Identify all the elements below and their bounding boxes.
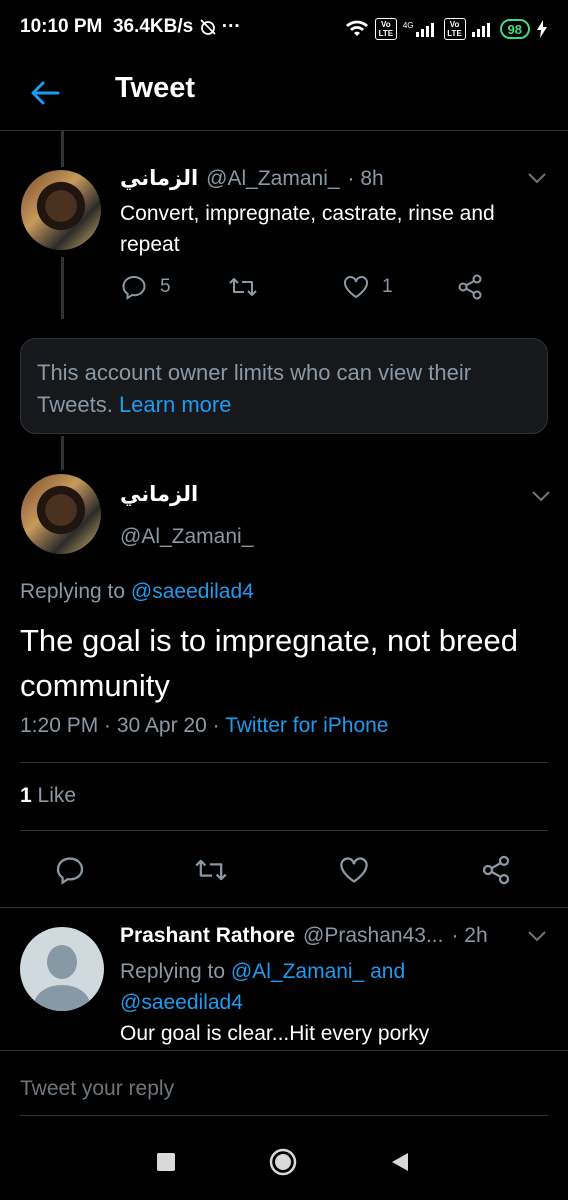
net-4g: 4G [402, 21, 414, 30]
replying-to: Replying to @Al_Zamani_ and @saeedilad4 [120, 956, 500, 1018]
replying-label: Replying to [20, 580, 126, 603]
divider [0, 907, 568, 908]
tweet-timestamp: 1:20 PM · 30 Apr 20 · [20, 714, 220, 737]
volte-badge-2: Vo LTE [443, 18, 466, 40]
main-actions [0, 850, 568, 890]
parent-actions: 5 1 [120, 273, 520, 305]
avatar[interactable] [20, 927, 104, 1011]
retweet-icon [228, 273, 258, 301]
limited-visibility-notice: This account owner limits who can view t… [20, 338, 548, 434]
display-name[interactable]: الزماني [120, 482, 198, 507]
learn-more-link[interactable]: Learn more [119, 392, 232, 417]
tweet-text: Our goal is clear...Hit every porky [120, 1022, 430, 1045]
share-icon[interactable] [480, 854, 512, 886]
thread-line-top [61, 131, 64, 167]
top-bar: Tweet [0, 58, 568, 131]
chevron-down-icon[interactable] [530, 488, 552, 504]
battery-indicator: 98 [499, 19, 530, 39]
handle[interactable]: @Prashan43... [303, 924, 443, 948]
replying-label: Replying to [120, 960, 226, 983]
avatar[interactable] [21, 474, 101, 554]
reply-composer: Tweet your reply [0, 1050, 568, 1117]
likes-summary[interactable]: 1 Like [20, 784, 76, 808]
replying-to: Replying to @saeedilad4 [20, 580, 254, 604]
like-button[interactable]: 1 [342, 273, 393, 301]
reply-count: 5 [160, 276, 171, 297]
handle[interactable]: @Al_Zamani_ [120, 525, 253, 549]
divider [20, 762, 548, 763]
main-tweet-text: The goal is to impregnate, not breed com… [20, 623, 519, 703]
like-count: 1 [382, 276, 393, 297]
like-icon[interactable] [338, 854, 370, 886]
mention-link[interactable]: @saeedilad4 [131, 580, 254, 603]
charging-icon [536, 20, 548, 38]
tweet-time: · 8h [347, 166, 384, 190]
page-title: Tweet [115, 72, 196, 104]
notice-text: This account owner limits who can view t… [37, 360, 472, 417]
back-arrow-icon[interactable] [28, 76, 62, 110]
back-nav-icon[interactable] [390, 1151, 410, 1173]
reply-icon[interactable] [54, 854, 86, 886]
retweet-button[interactable] [228, 273, 258, 301]
tweet-text: Convert, impregnate, castrate, rinse and… [120, 202, 495, 256]
avatar[interactable] [21, 170, 101, 250]
volte-badge-1: Vo LTE [374, 18, 397, 40]
default-avatar-head [47, 945, 77, 979]
recents-icon[interactable] [157, 1153, 175, 1171]
network-speed: 36.4KB/s [112, 16, 194, 37]
status-time: 10:10 PM [20, 16, 103, 37]
chevron-down-icon[interactable] [526, 928, 548, 944]
divider [20, 830, 548, 831]
display-name[interactable]: Prashant Rathore [120, 924, 295, 948]
default-avatar-body [34, 985, 90, 1011]
wifi-icon [345, 20, 369, 38]
system-nav-bar [0, 1116, 568, 1200]
signal-icon-1: 4G [403, 21, 438, 37]
retweet-icon[interactable] [194, 854, 228, 886]
parent-tweet-header: الزماني @Al_Zamani_ · 8h [120, 166, 384, 191]
tweet-source-link[interactable]: Twitter for iPhone [225, 714, 388, 737]
likes-label: Like [37, 784, 77, 807]
share-icon [456, 273, 484, 301]
display-name[interactable]: الزماني [120, 166, 198, 191]
alarm-off-icon [199, 18, 217, 36]
share-button[interactable] [456, 273, 484, 301]
reply-input[interactable]: Tweet your reply [20, 1077, 174, 1101]
chevron-down-icon[interactable] [526, 170, 548, 186]
like-icon [342, 273, 370, 301]
notice-text-block: This account owner limits who can view t… [37, 357, 533, 421]
likes-count: 1 [20, 784, 32, 807]
tweet-time: · 2h [451, 924, 488, 947]
reply-button[interactable]: 5 [120, 273, 171, 301]
thread-line-main [61, 436, 64, 470]
tweet-meta: 1:20 PM · 30 Apr 20 · Twitter for iPhone [20, 714, 388, 738]
home-icon[interactable] [268, 1147, 298, 1177]
more-dots-icon: ··· [221, 16, 241, 37]
thread-line-parent [61, 257, 64, 319]
reply-tweet-header: Prashant Rathore @Prashan43... · 2h [120, 924, 488, 948]
status-bar: 10:10 PM 36.4KB/s ··· Vo LTE 4G Vo LTE 9… [0, 0, 568, 58]
status-left: 10:10 PM 36.4KB/s ··· [20, 16, 241, 38]
reply-icon [120, 273, 148, 301]
signal-icon-2 [471, 21, 494, 37]
handle[interactable]: @Al_Zamani_ [206, 167, 339, 191]
status-right: Vo LTE 4G Vo LTE 98 [345, 16, 548, 42]
